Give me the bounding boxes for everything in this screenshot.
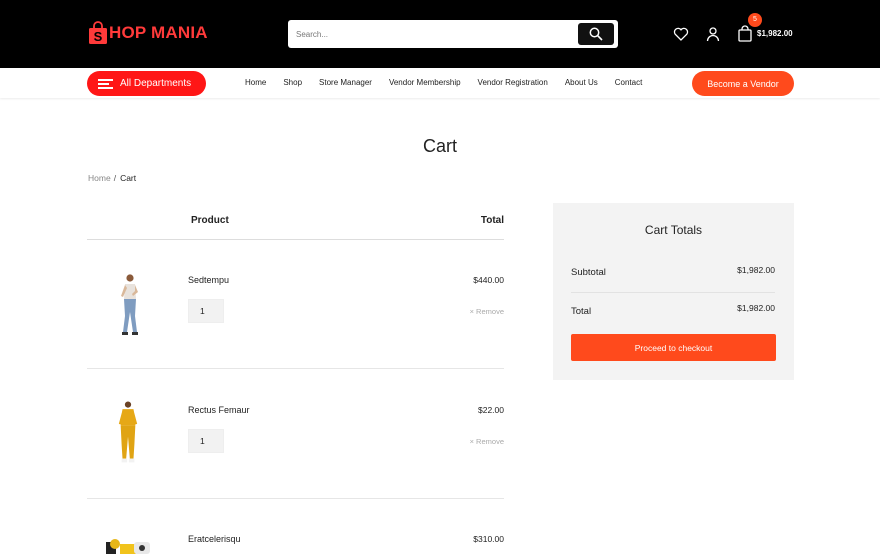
search-input[interactable] — [296, 26, 566, 42]
svg-text:S: S — [94, 29, 103, 44]
remove-item-link[interactable]: × Remove — [470, 307, 504, 316]
total-label: Total — [571, 306, 592, 317]
menu-icon — [98, 79, 113, 89]
quantity-input[interactable]: 1 — [188, 429, 224, 453]
product-price: $310.00 — [473, 534, 504, 544]
all-departments-button[interactable]: All Departments — [87, 71, 206, 96]
product-image-yellow-accessory[interactable] — [104, 536, 152, 554]
row-divider — [87, 368, 504, 369]
search-bar — [288, 20, 618, 48]
breadcrumb: Home / Cart — [88, 173, 136, 183]
header-divider — [87, 239, 504, 240]
search-button[interactable] — [578, 23, 614, 45]
main-navigation: All Departments Home Shop Store Manager … — [0, 68, 880, 98]
breadcrumb-home-link[interactable]: Home — [88, 173, 111, 183]
product-name[interactable]: Sedtempu — [188, 275, 229, 285]
subtotal-value: $1,982.00 — [737, 265, 775, 275]
product-image-yellow-tracksuit[interactable] — [110, 400, 146, 466]
nav-link-shop[interactable]: Shop — [283, 78, 302, 87]
logo[interactable]: S HOP MANIA — [88, 20, 208, 46]
product-name[interactable]: Rectus Femaur — [188, 405, 250, 415]
nav-link-store-manager[interactable]: Store Manager — [319, 78, 372, 87]
total-value: $1,982.00 — [737, 303, 775, 313]
nav-links: Home Shop Store Manager Vendor Membershi… — [245, 78, 659, 87]
remove-item-link[interactable]: × Remove — [470, 437, 504, 446]
nav-link-about-us[interactable]: About Us — [565, 78, 598, 87]
cart-count-badge: 5 — [748, 13, 762, 27]
column-header-total: Total — [480, 215, 504, 226]
cart-bag-icon[interactable] — [737, 25, 753, 42]
all-departments-label: All Departments — [120, 78, 192, 89]
header-cart-total[interactable]: $1,982.00 — [757, 29, 793, 38]
nav-link-home[interactable]: Home — [245, 78, 266, 87]
nav-link-contact[interactable]: Contact — [615, 78, 643, 87]
proceed-to-checkout-button[interactable]: Proceed to checkout — [571, 334, 776, 361]
shopping-bag-logo-icon: S — [88, 21, 108, 45]
nav-link-vendor-registration[interactable]: Vendor Registration — [478, 78, 548, 87]
subtotal-label: Subtotal — [571, 267, 606, 278]
become-vendor-button[interactable]: Become a Vendor — [692, 71, 794, 96]
product-image-woman-jeans[interactable] — [112, 272, 148, 338]
breadcrumb-separator: / — [113, 173, 117, 183]
product-price: $440.00 — [473, 275, 504, 285]
quantity-input[interactable]: 1 — [188, 299, 224, 323]
totals-divider — [571, 292, 775, 293]
product-price: $22.00 — [478, 405, 504, 415]
top-header: S HOP MANIA 5 $1,982.00 — [0, 0, 880, 68]
column-header-product: Product — [191, 215, 229, 226]
breadcrumb-current: Cart — [120, 173, 137, 183]
logo-text: HOP MANIA — [109, 23, 208, 42]
row-divider — [87, 498, 504, 499]
wishlist-heart-icon[interactable] — [673, 26, 689, 42]
cart-totals-title: Cart Totals — [644, 223, 703, 237]
cart-totals-panel: Cart Totals Subtotal $1,982.00 Total $1,… — [553, 203, 794, 380]
product-name[interactable]: Eratcelerisqu — [188, 534, 241, 544]
nav-link-vendor-membership[interactable]: Vendor Membership — [389, 78, 461, 87]
search-icon — [589, 27, 603, 41]
user-account-icon[interactable] — [705, 26, 721, 42]
page-title: Cart — [422, 136, 457, 156]
